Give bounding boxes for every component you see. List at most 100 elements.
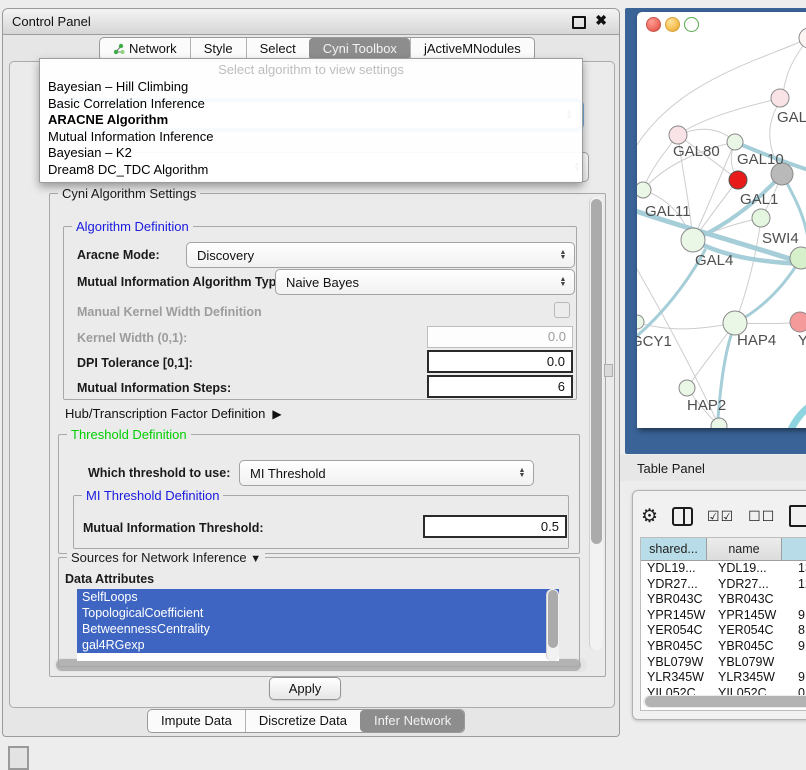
aracne-mode-combo[interactable]: Discovery ▲▼ (186, 242, 575, 268)
function-builder-icon[interactable] (789, 505, 806, 527)
threshold-definition-title: Threshold Definition (67, 427, 191, 442)
node-label: GAL11 (645, 203, 691, 220)
node-label: GAL (777, 109, 806, 126)
algorithm-option[interactable]: Bayesian – Hill Climbing (40, 79, 582, 96)
cell: YBL079W (712, 655, 792, 671)
table-row[interactable]: YPR145WYPR145W9. (641, 608, 806, 624)
minimized-panel-icon[interactable] (8, 746, 29, 770)
close-icon[interactable]: ✖ (595, 12, 607, 29)
mi-steps-field[interactable]: 6 (427, 375, 573, 398)
columns-icon[interactable] (672, 507, 693, 526)
table-row[interactable]: YBR043CYBR043C (641, 592, 806, 608)
node-label: GAL1 (740, 191, 778, 208)
table-panel-window: ⚙ ☑☑ ☐☐ shared... name A YDL19...YDL19..… (632, 490, 806, 720)
tab-select[interactable]: Select (246, 38, 309, 60)
kernel-width-field[interactable]: 0.0 (427, 326, 573, 348)
node-hap2[interactable] (679, 380, 695, 396)
tab-cyni-toolbox[interactable]: Cyni Toolbox (309, 38, 410, 60)
algorithm-option[interactable]: Basic Correlation Inference (40, 96, 582, 113)
cell: YDL19... (712, 561, 792, 577)
table-row[interactable]: YER054CYER054C8. (641, 623, 806, 639)
table-toolbar: ⚙ ☑☑ ☐☐ (641, 499, 806, 533)
gear-icon[interactable]: ⚙ (641, 505, 658, 528)
collapsed-arrow-icon[interactable]: ▶ (269, 407, 282, 421)
table-horizontal-scrollbar[interactable] (643, 695, 806, 708)
float-window-icon[interactable] (572, 16, 586, 29)
algorithm-dropdown-items: Bayesian – Hill Climbing Basic Correlati… (40, 79, 582, 178)
node-gal4[interactable] (681, 228, 705, 252)
attribute-item[interactable]: TopologicalCoefficient (77, 605, 559, 621)
network-view-window[interactable]: GAL GAL80 GAL10 GAL11 GAL1 SWI4 GAL4 GCY… (637, 12, 806, 428)
column-header-name[interactable]: name (707, 538, 782, 560)
mi-algorithm-type-label: Mutual Information Algorithm Type: (77, 275, 287, 289)
column-header-third[interactable]: A (782, 538, 806, 560)
attributes-scrollbar-thumb[interactable] (548, 590, 558, 648)
node-salmon[interactable] (790, 312, 806, 332)
node-gal1[interactable] (752, 209, 770, 227)
tab-network[interactable]: Network (100, 38, 190, 60)
table-row[interactable]: YDL19...YDL19...13 (641, 561, 806, 577)
cell: YBR045C (641, 639, 712, 655)
algorithm-option[interactable]: Bayesian – K2 (40, 145, 582, 162)
cyni-algorithm-settings-title: Cyni Algorithm Settings (58, 186, 200, 201)
mi-algorithm-type-combo[interactable]: Naive Bayes ▲▼ (275, 269, 575, 295)
table-row[interactable]: YDR27...YDR27...12 (641, 577, 806, 593)
attribute-item[interactable]: SelfLoops (77, 589, 559, 605)
hub-definition-toggle[interactable]: Hub/Transcription Factor Definition ▶ (65, 406, 282, 421)
attributes-scrollbar[interactable] (546, 589, 559, 661)
table-row[interactable]: YBL079WYBL079W (641, 655, 806, 671)
cell: YER054C (712, 623, 792, 639)
cell: YBR045C (712, 639, 792, 655)
control-panel-window: Control Panel ✖ Network Style Select Cyn… (2, 8, 620, 737)
cell: YER054C (641, 623, 712, 639)
settings-vertical-scrollbar-thumb[interactable] (591, 199, 602, 544)
table-panel-titlebar: Table Panel (620, 455, 806, 481)
column-header-shared-name[interactable]: shared... (641, 538, 707, 560)
algorithm-definition-title: Algorithm Definition (72, 219, 193, 234)
tab-cyni-toolbox-label: Cyni Toolbox (323, 38, 397, 60)
table-horizontal-scrollbar-thumb[interactable] (645, 696, 806, 707)
cell: YDR27... (641, 577, 712, 593)
table-row[interactable]: YLR345WYLR345W9. (641, 670, 806, 686)
panel-divider-handle[interactable] (604, 364, 613, 377)
node-gal11[interactable] (637, 182, 651, 198)
attribute-item[interactable]: BetweennessCentrality (77, 621, 559, 637)
node-bottom[interactable] (711, 418, 727, 428)
node-gal10[interactable] (727, 134, 743, 150)
expanded-arrow-icon[interactable]: ▼ (250, 553, 261, 565)
node-gcy1[interactable] (637, 315, 644, 329)
tab-impute-data[interactable]: Impute Data (148, 710, 245, 732)
which-threshold-combo[interactable]: MI Threshold ▲▼ (239, 460, 534, 486)
dpi-tolerance-field[interactable]: 0.0 (427, 350, 573, 373)
mi-algorithm-type-value: Naive Bayes (276, 275, 556, 290)
attribute-item[interactable]: gal4RGexp (77, 637, 559, 653)
node-gal-top[interactable] (771, 89, 789, 107)
cell (792, 592, 806, 608)
cell: 9. (792, 608, 806, 624)
mi-threshold-field[interactable]: 0.5 (423, 515, 567, 538)
algorithm-option-selected[interactable]: ARACNE Algorithm (40, 112, 582, 129)
manual-kernel-width-checkbox[interactable] (554, 302, 570, 318)
table-row[interactable]: YBR045CYBR045C9. (641, 639, 806, 655)
tab-discretize-data-label: Discretize Data (259, 710, 347, 732)
cell: YLR345W (712, 670, 792, 686)
tab-discretize-data[interactable]: Discretize Data (245, 710, 360, 732)
algorithm-option[interactable]: Dream8 DC_TDC Algorithm (40, 162, 582, 179)
node-gal80[interactable] (669, 126, 687, 144)
algorithm-option[interactable]: Mutual Information Inference (40, 129, 582, 146)
control-panel-titlebar[interactable]: Control Panel ✖ (3, 9, 619, 35)
cell: 9. (792, 639, 806, 655)
tab-infer-network[interactable]: Infer Network (360, 710, 464, 732)
select-all-checkboxes-icon[interactable]: ☑☑ (707, 508, 734, 525)
apply-button[interactable]: Apply (269, 677, 341, 700)
table-panel-title: Table Panel (637, 461, 705, 476)
node-label: HAP2 (687, 397, 726, 414)
tab-style[interactable]: Style (190, 38, 246, 60)
node-selected-red[interactable] (729, 171, 747, 189)
settings-vertical-scrollbar[interactable] (589, 197, 603, 650)
deselect-all-checkboxes-icon[interactable]: ☐☐ (748, 508, 775, 525)
table-body: YDL19...YDL19...13 YDR27...YDR27...12 YB… (641, 561, 806, 701)
node-top-right[interactable] (799, 28, 806, 48)
sources-title-text: Sources for Network Inference (71, 550, 247, 565)
tab-jactivemnodules[interactable]: jActiveMNodules (410, 38, 534, 60)
